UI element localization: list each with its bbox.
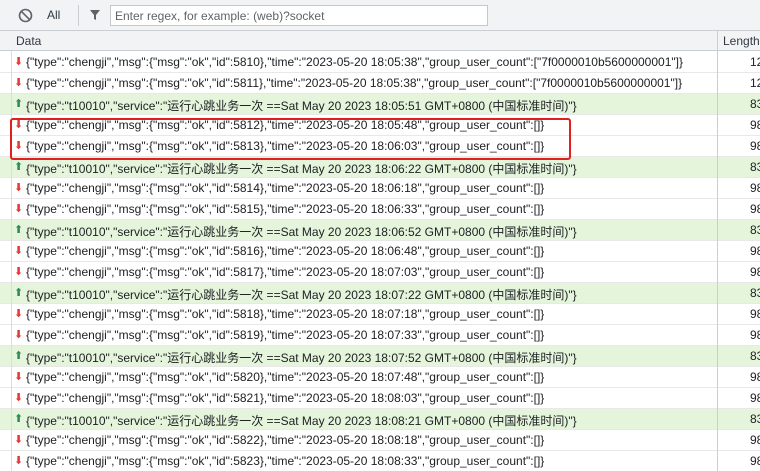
arrow-down-icon: ⬇ [14,140,24,152]
message-length: 120 [750,76,760,90]
gutter-divider [11,51,12,471]
message-length: 83 [750,223,760,237]
column-divider[interactable] [717,31,718,471]
table-row[interactable]: ⬇ {"type":"chengji","msg":{"msg":"ok","id… [0,73,760,94]
message-length: 98 [750,454,760,468]
column-header-data[interactable]: Data [16,34,41,48]
table-row[interactable]: ⬇ {"type":"chengji","msg":{"msg":"ok","id… [0,451,760,471]
arrow-down-icon: ⬇ [14,119,24,131]
table-row[interactable]: ⬇ {"type":"chengji","msg":{"msg":"ok","id… [0,115,760,136]
message-length: 98 [750,118,760,132]
message-data: {"type":"chengji","msg":{"msg":"ok","id"… [26,454,545,468]
message-data: {"type":"chengji","msg":{"msg":"ok","id"… [26,370,545,384]
arrow-up-icon: ⬆ [14,350,24,362]
arrow-down-icon: ⬇ [14,203,24,215]
message-data: {"type":"chengji","msg":{"msg":"ok","id"… [26,328,545,342]
message-length: 98 [750,328,760,342]
message-length: 83 [750,160,760,174]
message-length: 83 [750,412,760,426]
message-length: 98 [750,181,760,195]
table-row[interactable]: ⬇ {"type":"chengji","msg":{"msg":"ok","id… [0,136,760,157]
arrow-up-icon: ⬆ [14,161,24,173]
message-data: {"type":"chengji","msg":{"msg":"ok","id"… [26,118,545,132]
message-data: {"type":"t10010","service":"运行心跳业务一次 ==S… [26,162,577,176]
clear-icon[interactable] [17,7,34,24]
arrow-down-icon: ⬇ [14,371,24,383]
arrow-down-icon: ⬇ [14,455,24,467]
table-row[interactable]: ⬆ {"type":"t10010","service":"运行心跳业务一次 ==… [0,157,760,178]
message-length: 98 [750,265,760,279]
filter-icon [89,9,101,21]
arrow-down-icon: ⬇ [14,56,24,68]
message-length: 120 [750,55,760,69]
message-length: 98 [750,244,760,258]
message-length: 98 [750,139,760,153]
table-row[interactable]: ⬇ {"type":"chengji","msg":{"msg":"ok","id… [0,388,760,409]
toolbar-divider [78,5,79,26]
message-length: 98 [750,433,760,447]
arrow-down-icon: ⬇ [14,392,24,404]
arrow-up-icon: ⬆ [14,413,24,425]
arrow-down-icon: ⬇ [14,266,24,278]
message-list: ⬇ {"type":"chengji","msg":{"msg":"ok","id… [0,52,760,471]
message-data: {"type":"chengji","msg":{"msg":"ok","id"… [26,265,545,279]
arrow-down-icon: ⬇ [14,245,24,257]
table-row[interactable]: ⬇ {"type":"chengji","msg":{"msg":"ok","id… [0,178,760,199]
message-data: {"type":"chengji","msg":{"msg":"ok","id"… [26,433,545,447]
regex-filter-input[interactable] [110,5,488,26]
arrow-up-icon: ⬆ [14,224,24,236]
arrow-down-icon: ⬇ [14,434,24,446]
messages-table: Data Length ⬇ {"type":"chengji","msg":{"m… [0,31,760,471]
table-row[interactable]: ⬇ {"type":"chengji","msg":{"msg":"ok","id… [0,241,760,262]
message-length: 98 [750,391,760,405]
message-length: 98 [750,370,760,384]
message-data: {"type":"t10010","service":"运行心跳业务一次 ==S… [26,225,577,239]
message-length: 83 [750,349,760,363]
arrow-down-icon: ⬇ [14,329,24,341]
message-data: {"type":"chengji","msg":{"msg":"ok","id"… [26,244,545,258]
arrow-down-icon: ⬇ [14,77,24,89]
table-row[interactable]: ⬆ {"type":"t10010","service":"运行心跳业务一次 ==… [0,283,760,304]
table-row[interactable]: ⬇ {"type":"chengji","msg":{"msg":"ok","id… [0,325,760,346]
table-header: Data Length [0,31,760,51]
table-row[interactable]: ⬇ {"type":"chengji","msg":{"msg":"ok","id… [0,199,760,220]
column-header-length[interactable]: Length [723,34,760,48]
table-row[interactable]: ⬆ {"type":"t10010","service":"运行心跳业务一次 ==… [0,409,760,430]
message-length: 83 [750,97,760,111]
message-data: {"type":"t10010","service":"运行心跳业务一次 ==S… [26,99,577,113]
table-row[interactable]: ⬆ {"type":"t10010","service":"运行心跳业务一次 ==… [0,220,760,241]
message-data: {"type":"chengji","msg":{"msg":"ok","id"… [26,76,683,90]
table-row[interactable]: ⬆ {"type":"t10010","service":"运行心跳业务一次 ==… [0,346,760,367]
message-data: {"type":"chengji","msg":{"msg":"ok","id"… [26,391,545,405]
table-row[interactable]: ⬇ {"type":"chengji","msg":{"msg":"ok","id… [0,304,760,325]
message-data: {"type":"chengji","msg":{"msg":"ok","id"… [26,307,545,321]
message-data: {"type":"chengji","msg":{"msg":"ok","id"… [26,202,545,216]
message-data: {"type":"t10010","service":"运行心跳业务一次 ==S… [26,351,577,365]
message-data: {"type":"chengji","msg":{"msg":"ok","id"… [26,181,545,195]
messages-toolbar: All [0,0,760,31]
message-data: {"type":"chengji","msg":{"msg":"ok","id"… [26,139,545,153]
arrow-up-icon: ⬆ [14,98,24,110]
table-row[interactable]: ⬇ {"type":"chengji","msg":{"msg":"ok","id… [0,430,760,451]
message-length: 98 [750,202,760,216]
arrow-up-icon: ⬆ [14,287,24,299]
message-type-filter[interactable]: All [47,8,60,22]
message-data: {"type":"chengji","msg":{"msg":"ok","id"… [26,55,683,69]
arrow-down-icon: ⬇ [14,182,24,194]
table-row[interactable]: ⬇ {"type":"chengji","msg":{"msg":"ok","id… [0,52,760,73]
table-row[interactable]: ⬇ {"type":"chengji","msg":{"msg":"ok","id… [0,262,760,283]
message-length: 98 [750,307,760,321]
arrow-down-icon: ⬇ [14,308,24,320]
table-row[interactable]: ⬆ {"type":"t10010","service":"运行心跳业务一次 ==… [0,94,760,115]
table-row[interactable]: ⬇ {"type":"chengji","msg":{"msg":"ok","id… [0,367,760,388]
message-data: {"type":"t10010","service":"运行心跳业务一次 ==S… [26,414,577,428]
message-length: 83 [750,286,760,300]
message-data: {"type":"t10010","service":"运行心跳业务一次 ==S… [26,288,577,302]
